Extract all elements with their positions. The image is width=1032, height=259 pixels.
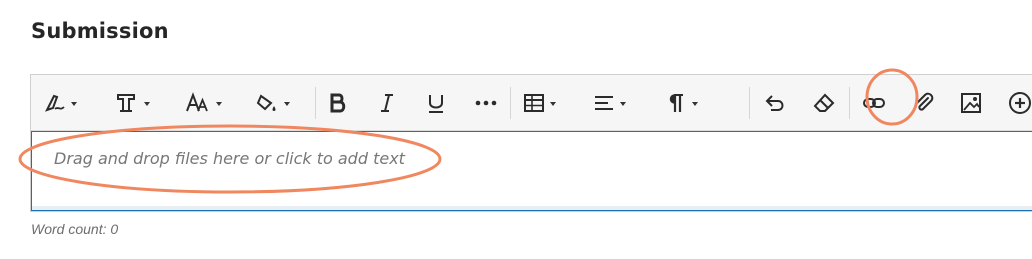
pen-style-button[interactable] [44, 89, 77, 117]
chevron-down-icon [692, 101, 698, 106]
more-icon [474, 92, 498, 114]
chevron-down-icon [144, 101, 150, 106]
paragraph-button[interactable] [665, 89, 698, 117]
toolbar-divider [849, 87, 850, 119]
page-title: Submission [31, 19, 169, 43]
add-content-button[interactable] [1008, 89, 1032, 117]
table-icon [523, 92, 545, 114]
italic-button[interactable] [377, 89, 397, 117]
align-icon [593, 92, 615, 114]
undo-icon [763, 92, 787, 114]
editor-content-area[interactable]: Drag and drop files here or click to add… [31, 131, 1032, 211]
undo-button[interactable] [763, 89, 787, 117]
paragraph-icon [665, 92, 687, 114]
toolbar-divider [749, 87, 750, 119]
editor-toolbar [31, 75, 1032, 131]
align-button[interactable] [593, 89, 626, 117]
toolbar-divider [510, 87, 511, 119]
chevron-down-icon [216, 101, 222, 106]
insert-image-button[interactable] [960, 89, 982, 117]
attach-icon [912, 91, 936, 115]
word-count: Word count: 0 [31, 221, 119, 237]
italic-icon [377, 92, 397, 114]
chevron-down-icon [284, 101, 290, 106]
insert-link-button[interactable] [862, 89, 886, 117]
underline-button[interactable] [425, 89, 447, 117]
chevron-down-icon [550, 101, 556, 106]
bold-button[interactable] [327, 89, 349, 117]
table-button[interactable] [523, 89, 556, 117]
more-button[interactable] [474, 89, 498, 117]
text-style-button[interactable] [115, 89, 150, 117]
bold-icon [327, 92, 349, 114]
clear-formatting-button[interactable] [812, 89, 836, 117]
image-icon [960, 92, 982, 114]
text-style-icon [115, 92, 139, 114]
toolbar-divider [315, 87, 316, 119]
editor-placeholder: Drag and drop files here or click to add… [54, 149, 405, 168]
chevron-down-icon [620, 101, 626, 106]
link-icon [862, 92, 886, 114]
rich-text-editor: Drag and drop files here or click to add… [30, 74, 1032, 212]
font-size-button[interactable] [185, 89, 222, 117]
attach-file-button[interactable] [912, 89, 936, 117]
pen-style-icon [44, 92, 66, 114]
editor-resize-bar [32, 206, 1032, 210]
underline-icon [425, 92, 447, 114]
chevron-down-icon [71, 101, 77, 106]
highlight-fill-icon [255, 92, 279, 114]
highlight-button[interactable] [255, 89, 290, 117]
eraser-icon [812, 92, 836, 114]
add-content-icon [1008, 91, 1032, 115]
font-size-icon [185, 92, 211, 114]
